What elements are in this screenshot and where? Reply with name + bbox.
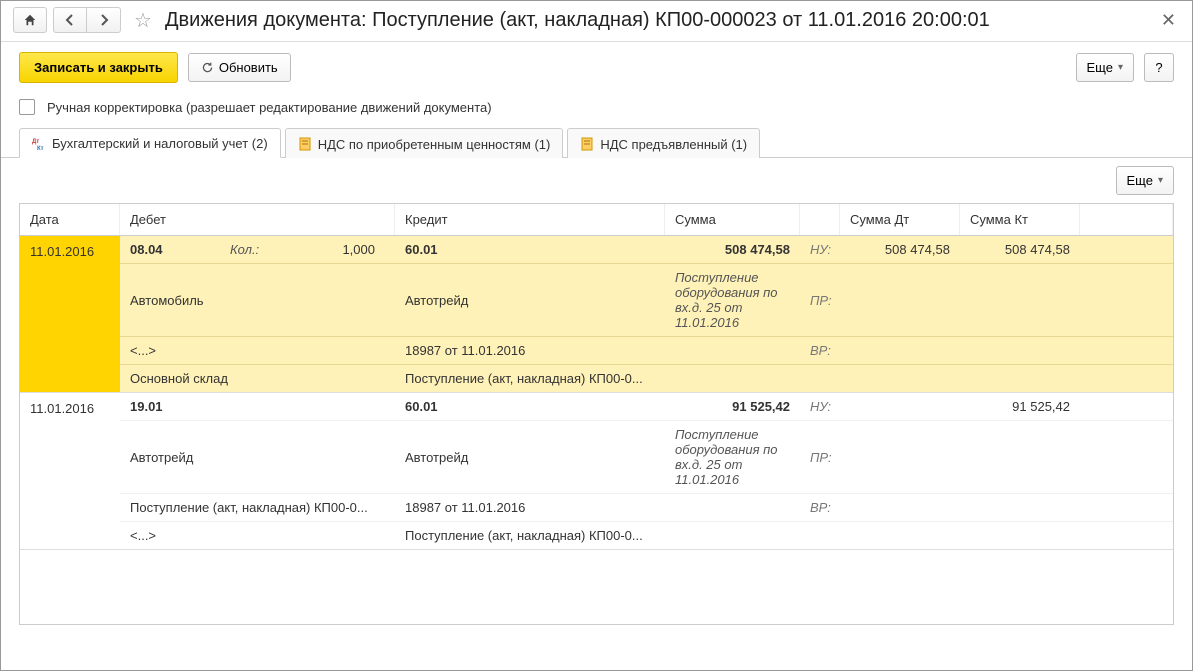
- track-nu: НУ:: [800, 236, 840, 263]
- debit-line: <...>: [120, 337, 395, 364]
- manual-edit-checkbox[interactable]: [19, 99, 35, 115]
- inner-more-label: Еще: [1127, 173, 1153, 188]
- more-label: Еще: [1087, 60, 1113, 75]
- track-vr: ВР:: [800, 337, 840, 364]
- doc-icon: [580, 137, 594, 151]
- credit-account: 60.01: [395, 236, 665, 263]
- entry-row[interactable]: 11.01.2016 19.01 60.01 91 525,42 НУ: 91 …: [20, 393, 1173, 550]
- manual-edit-label: Ручная корректировка (разрешает редактир…: [47, 100, 492, 115]
- app-window: ☆ Движения документа: Поступление (акт, …: [0, 0, 1193, 671]
- credit-line: 18987 от 11.01.2016: [395, 494, 665, 521]
- qty-value: 1,000: [290, 242, 385, 257]
- sum-value: 91 525,42: [665, 393, 800, 420]
- debit-line: Основной склад: [120, 365, 395, 392]
- forward-button[interactable]: [87, 7, 121, 33]
- inner-more-button[interactable]: Еще ▾: [1116, 166, 1174, 195]
- nav-buttons: [53, 7, 121, 33]
- header-debit[interactable]: Дебет: [120, 204, 395, 235]
- grid-header: Дата Дебет Кредит Сумма Сумма Дт Сумма К…: [20, 204, 1173, 236]
- tab-label: НДС предъявленный (1): [600, 137, 747, 152]
- credit-line: Поступление (акт, накладная) КП00-0...: [395, 365, 665, 392]
- tab-vat-purchase[interactable]: НДС по приобретенным ценностям (1): [285, 128, 564, 158]
- qty-label: Кол.:: [230, 242, 290, 257]
- toolbar: Записать и закрыть Обновить Еще ▾ ?: [1, 42, 1192, 95]
- favorite-star-icon[interactable]: ☆: [131, 8, 155, 32]
- header-sumdt[interactable]: Сумма Дт: [840, 204, 960, 235]
- tab-accounting[interactable]: ДтКт Бухгалтерский и налоговый учет (2): [19, 128, 281, 158]
- chevron-down-icon: ▾: [1118, 62, 1123, 73]
- track-nu: НУ:: [800, 393, 840, 420]
- header-sum[interactable]: Сумма: [665, 204, 800, 235]
- credit-line: Автотрейд: [395, 444, 665, 471]
- header-tail: [1080, 204, 1173, 235]
- debit-line: Поступление (акт, накладная) КП00-0...: [120, 494, 395, 521]
- cell-date: 11.01.2016: [20, 236, 120, 392]
- header-credit[interactable]: Кредит: [395, 204, 665, 235]
- manual-edit-row: Ручная корректировка (разрешает редактир…: [1, 95, 1192, 127]
- credit-line: 18987 от 11.01.2016: [395, 337, 665, 364]
- credit-line: Автотрейд: [395, 287, 665, 314]
- more-button[interactable]: Еще ▾: [1076, 53, 1134, 82]
- entry-row[interactable]: 11.01.2016 08.04 Кол.: 1,000 60.01 508 4…: [20, 236, 1173, 393]
- credit-line: Поступление (акт, накладная) КП00-0...: [395, 522, 665, 549]
- sumdt-value: 508 474,58: [840, 236, 960, 263]
- sumkt-value: 91 525,42: [960, 393, 1080, 420]
- entry-desc: Поступление оборудования по вх.д. 25 от …: [665, 421, 800, 493]
- track-vr: ВР:: [800, 494, 840, 521]
- titlebar: ☆ Движения документа: Поступление (акт, …: [1, 1, 1192, 42]
- header-track: [800, 204, 840, 235]
- back-button[interactable]: [53, 7, 87, 33]
- arrow-right-icon: [98, 14, 110, 26]
- track-pr: ПР:: [800, 287, 840, 314]
- help-button[interactable]: ?: [1144, 53, 1174, 82]
- arrow-left-icon: [64, 14, 76, 26]
- cell-date: 11.01.2016: [20, 393, 120, 549]
- refresh-button[interactable]: Обновить: [188, 53, 291, 82]
- page-title: Движения документа: Поступление (акт, на…: [165, 9, 990, 32]
- entry-details: 19.01 60.01 91 525,42 НУ: 91 525,42 Авто…: [120, 393, 1173, 549]
- grid-body[interactable]: 11.01.2016 08.04 Кол.: 1,000 60.01 508 4…: [20, 236, 1173, 624]
- chevron-down-icon: ▾: [1158, 175, 1163, 186]
- track-pr: ПР:: [800, 444, 840, 471]
- refresh-label: Обновить: [219, 60, 278, 75]
- home-icon: [23, 13, 37, 27]
- sumkt-value: 508 474,58: [960, 236, 1080, 263]
- tab-label: Бухгалтерский и налоговый учет (2): [52, 136, 268, 151]
- dtkt-icon: ДтКт: [32, 137, 46, 151]
- debit-account: 19.01: [130, 399, 230, 414]
- sumdt-value: [840, 401, 960, 413]
- header-sumkt[interactable]: Сумма Кт: [960, 204, 1080, 235]
- entries-grid: Дата Дебет Кредит Сумма Сумма Дт Сумма К…: [19, 203, 1174, 625]
- entry-desc: Поступление оборудования по вх.д. 25 от …: [665, 264, 800, 336]
- tab-label: НДС по приобретенным ценностям (1): [318, 137, 551, 152]
- qty-value: [290, 399, 385, 414]
- debit-line: Автомобиль: [120, 287, 395, 314]
- refresh-icon: [201, 61, 214, 74]
- header-date[interactable]: Дата: [20, 204, 120, 235]
- svg-text:Кт: Кт: [37, 146, 44, 151]
- save-close-button[interactable]: Записать и закрыть: [19, 52, 178, 83]
- debit-line: <...>: [120, 522, 395, 549]
- debit-account: 08.04: [130, 242, 230, 257]
- tab-vat-claimed[interactable]: НДС предъявленный (1): [567, 128, 760, 158]
- debit-line: Автотрейд: [120, 444, 395, 471]
- sum-value: 508 474,58: [665, 236, 800, 263]
- home-button[interactable]: [13, 7, 47, 33]
- tabs: ДтКт Бухгалтерский и налоговый учет (2) …: [1, 127, 1192, 158]
- credit-account: 60.01: [395, 393, 665, 420]
- svg-text:Дт: Дт: [32, 139, 39, 145]
- entry-details: 08.04 Кол.: 1,000 60.01 508 474,58 НУ: 5…: [120, 236, 1173, 392]
- doc-icon: [298, 137, 312, 151]
- inner-toolbar: Еще ▾: [1, 158, 1192, 203]
- close-icon[interactable]: ✕: [1157, 10, 1180, 31]
- qty-label: [230, 399, 290, 414]
